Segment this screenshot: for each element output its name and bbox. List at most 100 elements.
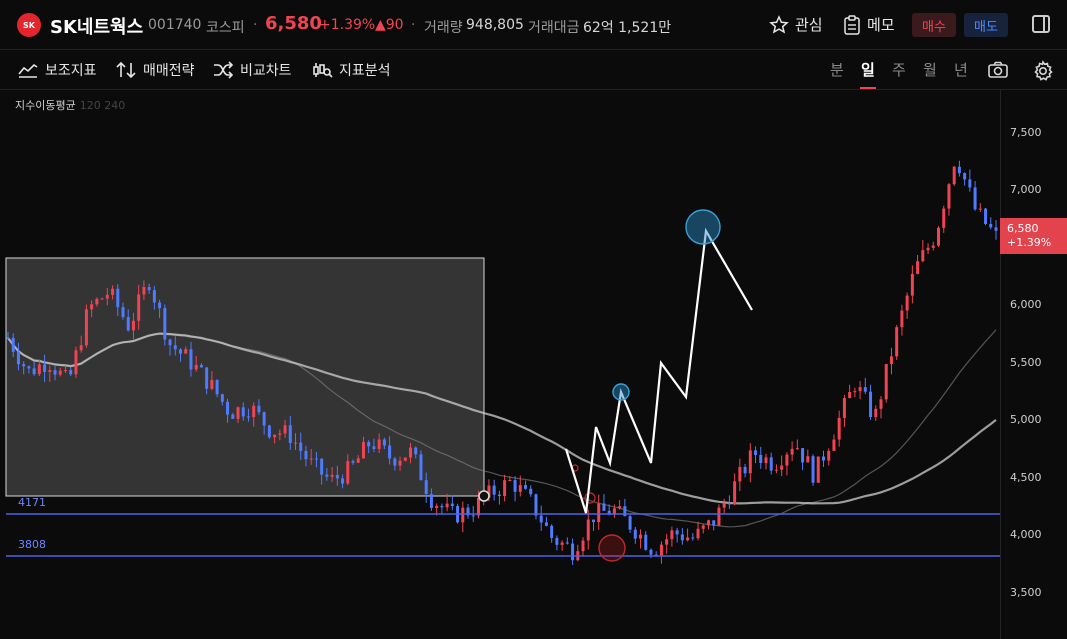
candle-body[interactable] xyxy=(565,542,569,544)
candle-body[interactable] xyxy=(905,295,909,311)
candle-body[interactable] xyxy=(957,166,961,174)
candle-body[interactable] xyxy=(414,447,418,455)
candle-body[interactable] xyxy=(639,534,643,539)
candle-body[interactable] xyxy=(947,184,951,209)
candle-body[interactable] xyxy=(314,458,318,460)
candle-body[interactable] xyxy=(351,461,355,463)
candle-body[interactable] xyxy=(445,503,449,508)
candle-body[interactable] xyxy=(712,520,716,526)
candle-body[interactable] xyxy=(816,456,820,483)
candle-body[interactable] xyxy=(241,407,245,417)
candle-body[interactable] xyxy=(680,534,684,541)
candle-body[interactable] xyxy=(58,370,62,375)
side-panel-icon[interactable] xyxy=(1032,15,1050,33)
candle-body[interactable] xyxy=(539,515,543,523)
candle-body[interactable] xyxy=(179,349,183,354)
candle-body[interactable] xyxy=(759,454,763,463)
candle-body[interactable] xyxy=(356,458,360,463)
candle-body[interactable] xyxy=(226,401,230,415)
candle-body[interactable] xyxy=(388,445,392,459)
candle-body[interactable] xyxy=(534,494,538,516)
candle-body[interactable] xyxy=(6,337,10,339)
memo-button[interactable]: 메모 xyxy=(843,14,895,35)
analysis-button[interactable]: 지표분석 xyxy=(311,60,391,80)
candle-body[interactable] xyxy=(409,447,413,458)
stock-name[interactable]: SK네트웍스 xyxy=(50,13,143,39)
candle-body[interactable] xyxy=(215,379,219,395)
candle-body[interactable] xyxy=(429,494,433,508)
candle-body[interactable] xyxy=(382,439,386,446)
projection-marker-small[interactable] xyxy=(612,383,630,401)
candle-body[interactable] xyxy=(984,208,988,224)
period-month-tab[interactable]: 월 xyxy=(923,59,937,80)
candle-body[interactable] xyxy=(774,469,778,471)
candle-body[interactable] xyxy=(675,530,679,535)
candle-body[interactable] xyxy=(811,456,815,483)
candle-body[interactable] xyxy=(69,370,73,375)
candle-body[interactable] xyxy=(513,480,517,492)
buy-button[interactable]: 매수 xyxy=(912,13,956,37)
candle-body[interactable] xyxy=(544,522,548,526)
candle-body[interactable] xyxy=(686,537,690,541)
candle-body[interactable] xyxy=(733,481,737,505)
candle-body[interactable] xyxy=(508,480,512,482)
candle-body[interactable] xyxy=(32,368,36,375)
candle-body[interactable] xyxy=(440,505,444,508)
candle-body[interactable] xyxy=(84,309,88,346)
candle-body[interactable] xyxy=(900,310,904,328)
candle-body[interactable] xyxy=(790,448,794,455)
candle-body[interactable] xyxy=(503,480,507,497)
candle-body[interactable] xyxy=(649,549,653,555)
candle-body[interactable] xyxy=(973,187,977,210)
candle-body[interactable] xyxy=(184,349,188,354)
candle-body[interactable] xyxy=(952,166,956,185)
candle-body[interactable] xyxy=(518,485,522,492)
candle-body[interactable] xyxy=(633,529,637,539)
screenshot-button[interactable] xyxy=(987,60,1009,84)
candle-body[interactable] xyxy=(367,442,371,447)
candle-body[interactable] xyxy=(785,454,789,466)
candle-body[interactable] xyxy=(163,308,167,340)
candle-body[interactable] xyxy=(602,503,606,511)
candle-body[interactable] xyxy=(806,456,810,463)
candle-body[interactable] xyxy=(780,465,784,470)
settings-button[interactable] xyxy=(1032,60,1054,86)
candle-body[interactable] xyxy=(659,544,663,556)
candle-body[interactable] xyxy=(131,320,135,331)
candle-body[interactable] xyxy=(252,405,256,418)
candle-body[interactable] xyxy=(555,537,559,545)
candle-body[interactable] xyxy=(27,366,31,369)
low-marker-circle[interactable] xyxy=(598,534,626,562)
candle-body[interactable] xyxy=(22,364,26,367)
candle-body[interactable] xyxy=(869,391,873,418)
candle-body[interactable] xyxy=(910,273,914,296)
candle-body[interactable] xyxy=(471,515,475,517)
candle-body[interactable] xyxy=(754,450,758,455)
candle-body[interactable] xyxy=(597,503,601,523)
candle-body[interactable] xyxy=(795,448,799,450)
candle-body[interactable] xyxy=(205,367,209,389)
candle-body[interactable] xyxy=(717,507,721,526)
projection-marker-large[interactable] xyxy=(685,209,721,245)
candle-body[interactable] xyxy=(450,503,454,507)
candle-body[interactable] xyxy=(43,364,47,373)
candle-body[interactable] xyxy=(273,434,277,438)
candle-body[interactable] xyxy=(267,425,271,438)
candle-body[interactable] xyxy=(152,290,156,303)
candle-body[interactable] xyxy=(393,458,397,466)
candle-body[interactable] xyxy=(246,416,250,418)
candle-body[interactable] xyxy=(926,247,930,251)
candle-body[interactable] xyxy=(424,480,428,495)
candle-body[interactable] xyxy=(288,425,292,443)
candle-body[interactable] xyxy=(837,417,841,440)
candle-body[interactable] xyxy=(116,288,120,308)
candle-body[interactable] xyxy=(586,519,590,541)
candle-body[interactable] xyxy=(581,540,585,552)
candle-body[interactable] xyxy=(696,528,700,539)
candle-body[interactable] xyxy=(764,457,768,463)
candle-body[interactable] xyxy=(858,387,862,392)
candle-body[interactable] xyxy=(863,387,867,392)
candle-body[interactable] xyxy=(978,208,982,210)
candle-body[interactable] xyxy=(37,364,41,375)
watch-button[interactable]: 관심 xyxy=(769,14,823,35)
